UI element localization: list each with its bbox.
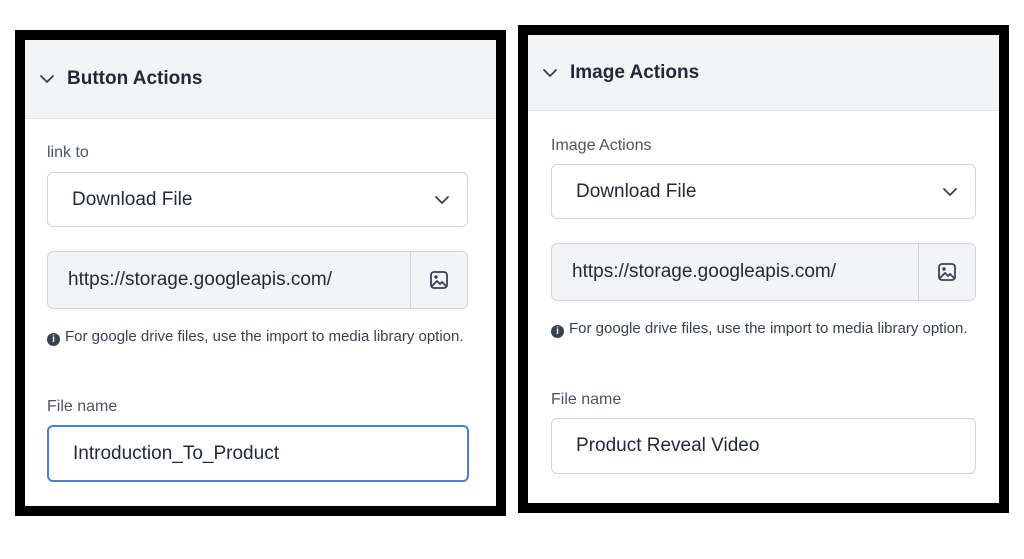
chevron-down-icon[interactable] [39,71,55,87]
image-actions-panel-body: Image Actions Image Actions Download Fil… [528,35,999,503]
link-to-label: link to [47,144,89,161]
image-actions-header[interactable]: Image Actions [528,35,999,111]
chevron-down-icon [943,187,957,196]
button-actions-panel-body: Button Actions link to Download File htt… [25,40,496,506]
image-icon [430,271,448,289]
file-url-value: https://storage.googleapis.com/ [572,261,837,282]
media-library-button[interactable] [918,244,975,300]
chevron-down-icon[interactable] [542,65,558,81]
image-actions-value: Download File [576,180,697,202]
image-actions-label: Image Actions [551,137,652,154]
media-library-button[interactable] [410,252,467,308]
panel-title: Button Actions [67,68,203,89]
info-icon: i [47,333,60,346]
file-name-label: File name [47,398,118,415]
file-name-input[interactable]: Product Reveal Video [551,418,976,474]
google-drive-hint: i For google drive files, use the import … [47,321,467,352]
button-actions-panel: Button Actions link to Download File htt… [15,30,506,516]
file-name-label: File name [551,391,622,408]
panel-title: Image Actions [570,61,700,83]
hint-text: For google drive files, use the import t… [65,328,464,345]
button-actions-header[interactable]: Button Actions [25,40,496,119]
hint-text: For google drive files, use the import t… [569,320,968,337]
file-url-input[interactable]: https://storage.googleapis.com/ [47,251,468,309]
chevron-down-icon [435,195,449,204]
info-icon: i [551,325,564,338]
link-to-select[interactable]: Download File [47,172,468,227]
google-drive-hint: i For google drive files, use the import … [551,313,971,344]
file-name-input[interactable]: Introduction_To_Product [47,425,469,482]
file-url-value: https://storage.googleapis.com/ [68,269,333,290]
file-url-input[interactable]: https://storage.googleapis.com/ [551,243,976,301]
file-name-value: Introduction_To_Product [73,442,279,464]
link-to-value: Download File [72,188,193,210]
image-icon [938,263,956,281]
file-name-value: Product Reveal Video [576,435,760,456]
image-actions-panel: Image Actions Image Actions Download Fil… [518,25,1009,513]
image-actions-select[interactable]: Download File [551,164,976,219]
